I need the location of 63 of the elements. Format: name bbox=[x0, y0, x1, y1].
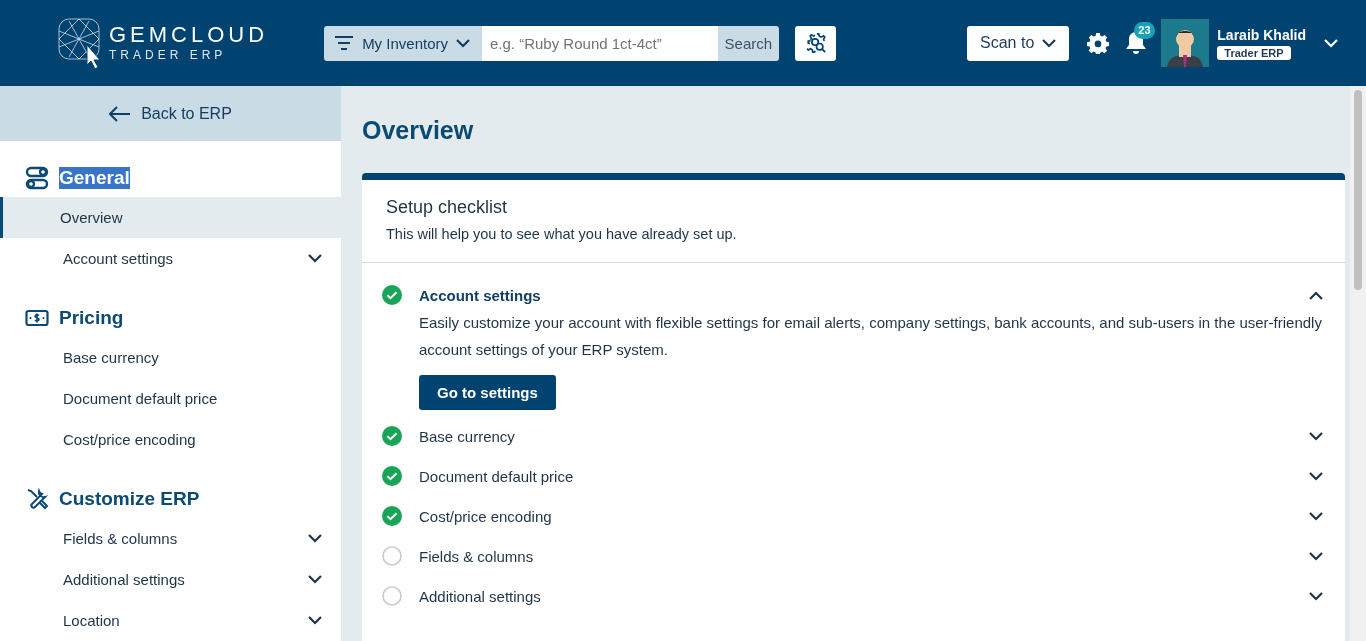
user-role-label: Trader ERP bbox=[1217, 45, 1291, 60]
arrow-left-icon bbox=[109, 105, 132, 122]
checklist-item-label[interactable]: Fields & columns bbox=[419, 547, 1292, 565]
chevron-down-icon[interactable] bbox=[308, 534, 322, 543]
chevron-down-icon[interactable] bbox=[308, 575, 322, 584]
chevron-down-icon[interactable] bbox=[308, 616, 322, 625]
chevron-down-icon[interactable] bbox=[1309, 471, 1323, 481]
sidebar-item-label: Fields & columns bbox=[63, 530, 178, 547]
logo-name: GEMCLOUD bbox=[109, 23, 269, 47]
filter-icon bbox=[334, 35, 355, 51]
user-name: Laraib Khalid bbox=[1217, 26, 1306, 43]
chevron-down-icon[interactable] bbox=[1309, 551, 1323, 561]
sidebar-item[interactable]: Additional settings bbox=[0, 559, 341, 600]
gear-search-icon bbox=[804, 32, 827, 54]
search-scope-dropdown[interactable]: My Inventory bbox=[324, 25, 482, 61]
chevron-down-icon[interactable] bbox=[308, 254, 322, 263]
checklist-subtitle: This will help you to see what you have already set up. bbox=[386, 226, 738, 242]
sidebar-item-label: Additional settings bbox=[63, 571, 185, 588]
sidebar-item[interactable]: Fields & columns bbox=[0, 518, 341, 559]
checklist-item-label[interactable]: Account settings bbox=[419, 286, 1292, 304]
sidebar-item[interactable]: Document default price bbox=[0, 378, 341, 419]
sidebar-item-label: Base currency bbox=[63, 349, 159, 366]
checklist-title: Setup checklist bbox=[386, 197, 509, 218]
sidebar-item[interactable]: Overview bbox=[0, 197, 341, 238]
checklist-item-description: Easily customize your account with flexible settings for email alerts, company settings, bank accounts, and sub-users in the user-friendly account settings of your ERP system. bbox=[419, 313, 1323, 360]
sidebar-item-label: Document default price bbox=[63, 390, 218, 407]
go-to-settings-button[interactable]: Go to settings bbox=[419, 375, 556, 410]
sidebar-item[interactable]: Cost/price encoding bbox=[0, 419, 341, 460]
sidebar-item[interactable]: Location bbox=[0, 600, 341, 641]
cash-icon bbox=[25, 308, 49, 328]
settings-icon[interactable] bbox=[1087, 32, 1110, 54]
sidebar-item-label: Cost/price encoding bbox=[63, 431, 196, 448]
checklist-item-label[interactable]: Base currency bbox=[419, 427, 1292, 445]
notification-count-badge: 23 bbox=[1134, 22, 1155, 39]
chevron-down-icon[interactable] bbox=[1309, 431, 1323, 441]
search-button[interactable]: Search bbox=[717, 25, 780, 61]
section-title: General bbox=[59, 167, 130, 189]
gem-cursor-logo-icon bbox=[57, 17, 103, 69]
chevron-down-icon[interactable] bbox=[456, 38, 470, 48]
checklist-item-label[interactable]: Additional settings bbox=[419, 587, 1292, 605]
search-field[interactable]: e.g. “Ruby Round 1ct-4ct” bbox=[482, 25, 718, 61]
chevron-down-icon[interactable] bbox=[1309, 591, 1323, 601]
sidebar-item[interactable]: Base currency bbox=[0, 337, 341, 378]
checklist-item-label[interactable]: Document default price bbox=[419, 467, 1292, 485]
chevron-up-icon[interactable] bbox=[1309, 290, 1323, 300]
sidebar-item-label: Account settings bbox=[63, 250, 174, 267]
scan-to-button[interactable]: Scan to bbox=[967, 25, 1070, 61]
sidebar-item-label: Location bbox=[63, 612, 120, 629]
section-title: Customize ERP bbox=[59, 488, 200, 510]
page-title: Overview bbox=[362, 116, 475, 145]
sidebar-item-label: Overview bbox=[60, 209, 123, 226]
scrollbar[interactable] bbox=[1350, 86, 1366, 641]
toggles-icon bbox=[25, 166, 49, 190]
section-title: Pricing bbox=[59, 307, 124, 329]
chevron-down-icon[interactable] bbox=[1042, 38, 1057, 48]
back-to-erp-link[interactable]: Back to ERP bbox=[0, 86, 341, 141]
chevron-down-icon[interactable] bbox=[1309, 511, 1323, 521]
logo-tagline: TRADER ERP bbox=[109, 47, 228, 63]
search-settings-button[interactable] bbox=[795, 25, 837, 61]
sidebar-item[interactable]: Account settings bbox=[0, 238, 341, 279]
avatar-silhouette[interactable] bbox=[1161, 19, 1210, 67]
checklist-item-label[interactable]: Cost/price encoding bbox=[419, 507, 1292, 525]
wrench-screwdriver-icon bbox=[25, 487, 49, 511]
